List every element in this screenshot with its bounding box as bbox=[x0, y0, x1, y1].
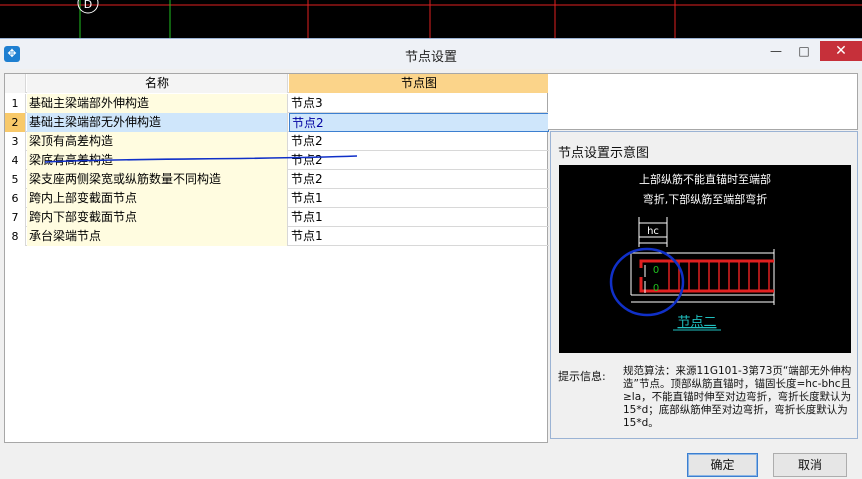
diagram-line2: 弯折,下部纵筋至端部弯折 bbox=[643, 192, 768, 206]
row-node[interactable]: 节点2 bbox=[289, 151, 549, 170]
row-number: 7 bbox=[5, 208, 26, 227]
row-node[interactable]: 节点2 bbox=[289, 170, 549, 189]
node-diagram-drawing: 上部纵筋不能直锚时至端部 弯折,下部纵筋至端部弯折 hc 0 0 节点二 bbox=[609, 172, 775, 331]
dialog-title: 节点设置 bbox=[404, 50, 457, 65]
dialog-titlebar[interactable]: ✥ 节点设置 — □ ✕ bbox=[0, 39, 862, 69]
row-node[interactable]: 节点2 bbox=[289, 132, 549, 151]
row-name[interactable]: 承台梁端节点 bbox=[27, 227, 288, 246]
row-name[interactable]: 基础主梁端部外伸构造 bbox=[27, 94, 288, 113]
axis-bubble-label: D bbox=[84, 0, 92, 11]
close-button[interactable]: ✕ bbox=[820, 41, 862, 61]
node-preview-panel: 节点设置示意图 上部纵筋不能直锚时至端部 弯折,下部纵筋至端部弯折 hc 0 0… bbox=[550, 131, 858, 439]
row-number: 6 bbox=[5, 189, 26, 208]
minimize-button[interactable]: — bbox=[768, 41, 784, 61]
table-row[interactable]: 3 梁顶有高差构造 节点2 bbox=[5, 132, 549, 151]
ok-button[interactable]: 确定 bbox=[687, 453, 758, 477]
table-header: 名称 节点图 bbox=[5, 74, 549, 93]
row-node[interactable]: 节点1 bbox=[289, 189, 549, 208]
diagram-zero-bottom: 0 bbox=[653, 283, 659, 294]
row-node[interactable]: 节点2 bbox=[289, 113, 549, 132]
node-diagram: 上部纵筋不能直锚时至端部 弯折,下部纵筋至端部弯折 hc 0 0 节点二 bbox=[559, 165, 851, 353]
row-name[interactable]: 跨内下部变截面节点 bbox=[27, 208, 288, 227]
row-name[interactable]: 梁底有高差构造 bbox=[27, 151, 288, 170]
table-row[interactable]: 5 梁支座两侧梁宽或纵筋数量不同构造 节点2 bbox=[5, 170, 549, 189]
header-node[interactable]: 节点图 bbox=[289, 74, 549, 93]
cad-drawing: D bbox=[0, 0, 862, 38]
table-row[interactable]: 7 跨内下部变截面节点 节点1 bbox=[5, 208, 549, 227]
maximize-button[interactable]: □ bbox=[796, 41, 812, 61]
table-row[interactable]: 4 梁底有高差构造 节点2 bbox=[5, 151, 549, 170]
node-settings-dialog: ✥ 节点设置 — □ ✕ 名称 节点图 1 基础主梁端部外伸构造 节点3 2 基… bbox=[0, 38, 862, 479]
diagram-zero-top: 0 bbox=[653, 265, 659, 276]
row-node[interactable]: 节点1 bbox=[289, 208, 549, 227]
hint-label: 提示信息: bbox=[558, 370, 606, 383]
preview-title: 节点设置示意图 bbox=[558, 146, 650, 161]
row-number: 2 bbox=[5, 113, 26, 132]
row-node[interactable]: 节点1 bbox=[289, 227, 549, 246]
table-row[interactable]: 8 承台梁端节点 节点1 bbox=[5, 227, 549, 246]
cancel-button[interactable]: 取消 bbox=[773, 453, 847, 477]
row-name[interactable]: 跨内上部变截面节点 bbox=[27, 189, 288, 208]
right-top-panel bbox=[548, 73, 858, 130]
table-row[interactable]: 6 跨内上部变截面节点 节点1 bbox=[5, 189, 549, 208]
row-name[interactable]: 梁顶有高差构造 bbox=[27, 132, 288, 151]
row-name[interactable]: 基础主梁端部无外伸构造 bbox=[27, 113, 288, 132]
diagram-hc-label: hc bbox=[647, 226, 659, 237]
cad-drawing-background: D bbox=[0, 0, 862, 38]
diagram-caption: 节点二 bbox=[677, 315, 716, 330]
header-row-number bbox=[5, 74, 26, 93]
row-number: 3 bbox=[5, 132, 26, 151]
row-number: 5 bbox=[5, 170, 26, 189]
row-number: 8 bbox=[5, 227, 26, 246]
row-number: 4 bbox=[5, 151, 26, 170]
header-name[interactable]: 名称 bbox=[27, 74, 288, 93]
node-settings-table: 名称 节点图 1 基础主梁端部外伸构造 节点3 2 基础主梁端部无外伸构造 节点… bbox=[4, 73, 549, 443]
diagram-line1: 上部纵筋不能直锚时至端部 bbox=[639, 172, 771, 186]
hand-drawn-circle bbox=[609, 247, 685, 317]
table-row[interactable]: 1 基础主梁端部外伸构造 节点3 bbox=[5, 94, 549, 113]
table-row-selected[interactable]: 2 基础主梁端部无外伸构造 节点2 bbox=[5, 113, 549, 132]
row-number: 1 bbox=[5, 94, 26, 113]
row-name[interactable]: 梁支座两侧梁宽或纵筋数量不同构造 bbox=[27, 170, 288, 189]
hint-text: 规范算法：来源11G101-3第73页“端部无外伸构造”节点。顶部纵筋直锚时，锚… bbox=[623, 365, 852, 429]
row-node[interactable]: 节点3 bbox=[289, 94, 549, 113]
